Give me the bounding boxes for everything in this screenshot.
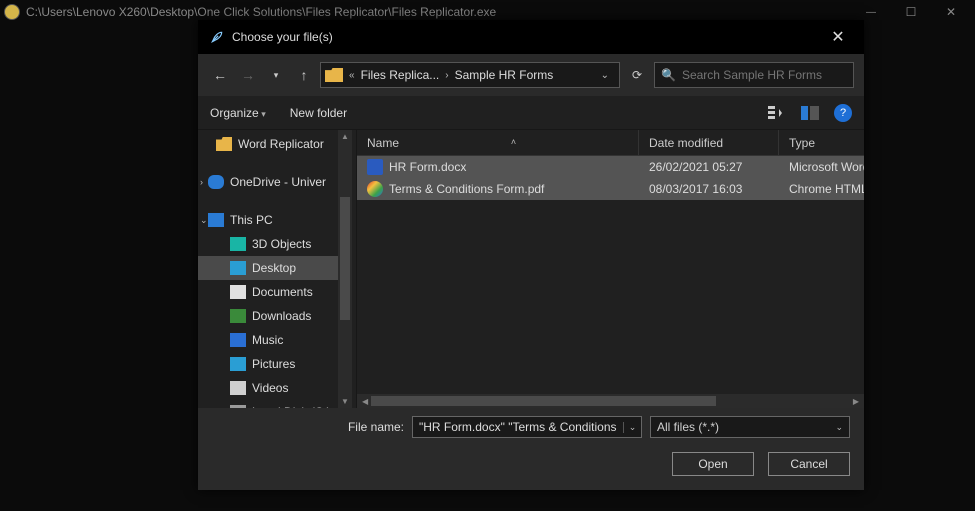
scroll-up-icon[interactable]: ▲ — [341, 132, 349, 141]
scroll-thumb[interactable] — [340, 197, 350, 320]
file-name-field[interactable]: ⌄ — [412, 416, 642, 438]
maximize-button[interactable] — [891, 0, 931, 24]
sidebar-item-label: 3D Objects — [252, 237, 311, 251]
sidebar-item-word-replicator[interactable]: Word Replicator — [198, 132, 338, 156]
file-type: Chrome HTML D — [779, 182, 864, 196]
file-name-dropdown[interactable]: ⌄ — [623, 422, 641, 433]
sidebar-item-videos[interactable]: Videos — [198, 376, 338, 400]
feather-icon — [210, 30, 224, 44]
nav-forward-button[interactable]: → — [236, 63, 260, 87]
sidebar-item-label: Word Replicator — [238, 137, 324, 151]
sidebar: Word Replicator › OneDrive - Univer ⌄ This… — [198, 130, 352, 408]
chevron-right-icon: › — [441, 70, 452, 81]
file-date: 08/03/2017 16:03 — [639, 182, 779, 196]
dialog-header: Choose your file(s) ✕ — [198, 20, 864, 54]
file-type: Microsoft Word — [779, 160, 864, 174]
file-name: Terms & Conditions Form.pdf — [389, 182, 544, 196]
sort-asc-icon: ˄ — [511, 137, 516, 147]
new-folder-button[interactable]: New folder — [290, 106, 347, 120]
sidebar-item-label: Pictures — [252, 357, 295, 371]
nav-back-button[interactable]: ← — [208, 63, 232, 87]
view-mode-button[interactable] — [762, 102, 790, 124]
dialog-footer: File name: ⌄ All files (*.*) ⌄ Open Canc… — [198, 408, 864, 490]
search-icon: 🔍 — [661, 68, 676, 82]
sidebar-item-documents[interactable]: Documents — [198, 280, 338, 304]
search-box[interactable]: 🔍 — [654, 62, 854, 88]
file-list-header: Name˄ Date modified Type — [357, 130, 864, 156]
sidebar-item-this-pc[interactable]: ⌄ This PC — [198, 208, 338, 232]
nav-up-button[interactable]: ↑ — [292, 63, 316, 87]
search-input[interactable] — [682, 68, 847, 82]
app-icon — [4, 4, 20, 20]
sidebar-item-local-disk-c[interactable]: Local Disk (C:) — [198, 400, 338, 408]
dialog-body: Word Replicator › OneDrive - Univer ⌄ This… — [198, 130, 864, 408]
main-title: C:\Users\Lenovo X260\Desktop\One Click S… — [26, 5, 851, 19]
file-name: HR Form.docx — [389, 160, 466, 174]
pdf-file-icon — [367, 181, 383, 197]
breadcrumb-bar[interactable]: « Files Replica... › Sample HR Forms ⌄ — [320, 62, 620, 88]
sidebar-item-3d-objects[interactable]: 3D Objects — [198, 232, 338, 256]
sidebar-item-label: Downloads — [252, 309, 311, 323]
filter-dropdown-icon: ⌄ — [835, 422, 843, 433]
dialog-close-button[interactable]: ✕ — [824, 27, 852, 47]
word-file-icon — [367, 159, 383, 175]
help-button[interactable]: ? — [834, 104, 852, 122]
sidebar-item-downloads[interactable]: Downloads — [198, 304, 338, 328]
main-close-button[interactable] — [931, 0, 971, 24]
sidebar-item-music[interactable]: Music — [198, 328, 338, 352]
file-date: 26/02/2021 05:27 — [639, 160, 779, 174]
sidebar-item-desktop[interactable]: Desktop — [198, 256, 338, 280]
sidebar-scrollbar[interactable]: ▲ ▼ — [338, 130, 352, 408]
sidebar-item-label: Music — [252, 333, 283, 347]
folder-icon — [325, 68, 343, 82]
cancel-button[interactable]: Cancel — [768, 452, 850, 476]
file-row[interactable]: Terms & Conditions Form.pdf 08/03/2017 1… — [357, 178, 864, 200]
sidebar-item-label: Desktop — [252, 261, 296, 275]
chevron-right-icon: « — [345, 70, 359, 81]
sidebar-item-label: OneDrive - Univer — [230, 175, 326, 189]
scroll-left-icon[interactable]: ◀ — [359, 397, 371, 406]
dialog-subbar: Organize New folder ? — [198, 96, 864, 130]
dialog-title: Choose your file(s) — [232, 30, 824, 44]
sidebar-item-label: This PC — [230, 213, 273, 227]
filter-label: All files (*.*) — [657, 420, 719, 434]
open-button[interactable]: Open — [672, 452, 754, 476]
breadcrumb-seg1[interactable]: Files Replica... — [359, 68, 442, 82]
scroll-down-icon[interactable]: ▼ — [341, 397, 349, 406]
refresh-button[interactable]: ⟳ — [624, 62, 650, 88]
file-type-filter[interactable]: All files (*.*) ⌄ — [650, 416, 850, 438]
organize-menu[interactable]: Organize — [210, 106, 266, 120]
file-list-pane: Name˄ Date modified Type HR Form.docx 26… — [356, 130, 864, 408]
scroll-right-icon[interactable]: ▶ — [850, 397, 862, 406]
dialog-navbar: ← → ▾ ↑ « Files Replica... › Sample HR F… — [198, 54, 864, 96]
breadcrumb-seg2[interactable]: Sample HR Forms — [453, 68, 556, 82]
preview-pane-button[interactable] — [796, 102, 824, 124]
file-name-input[interactable] — [413, 420, 623, 434]
scroll-thumb[interactable] — [371, 396, 716, 406]
column-header-date[interactable]: Date modified — [639, 130, 779, 155]
sidebar-item-onedrive[interactable]: › OneDrive - Univer — [198, 170, 338, 194]
column-header-type[interactable]: Type — [779, 130, 864, 155]
sidebar-item-pictures[interactable]: Pictures — [198, 352, 338, 376]
column-header-name[interactable]: Name˄ — [357, 130, 639, 155]
file-list-hscrollbar[interactable]: ◀ ▶ — [357, 394, 864, 408]
nav-recent-button[interactable]: ▾ — [264, 63, 288, 87]
file-row[interactable]: HR Form.docx 26/02/2021 05:27 Microsoft … — [357, 156, 864, 178]
file-open-dialog: Choose your file(s) ✕ ← → ▾ ↑ « Files Re… — [198, 20, 864, 490]
sidebar-item-label: Documents — [252, 285, 313, 299]
file-name-label: File name: — [348, 420, 404, 434]
sidebar-item-label: Videos — [252, 381, 288, 395]
chevron-right-icon[interactable]: › — [200, 177, 203, 187]
breadcrumb-dropdown[interactable]: ⌄ — [595, 70, 615, 81]
chevron-down-icon[interactable]: ⌄ — [200, 215, 208, 226]
